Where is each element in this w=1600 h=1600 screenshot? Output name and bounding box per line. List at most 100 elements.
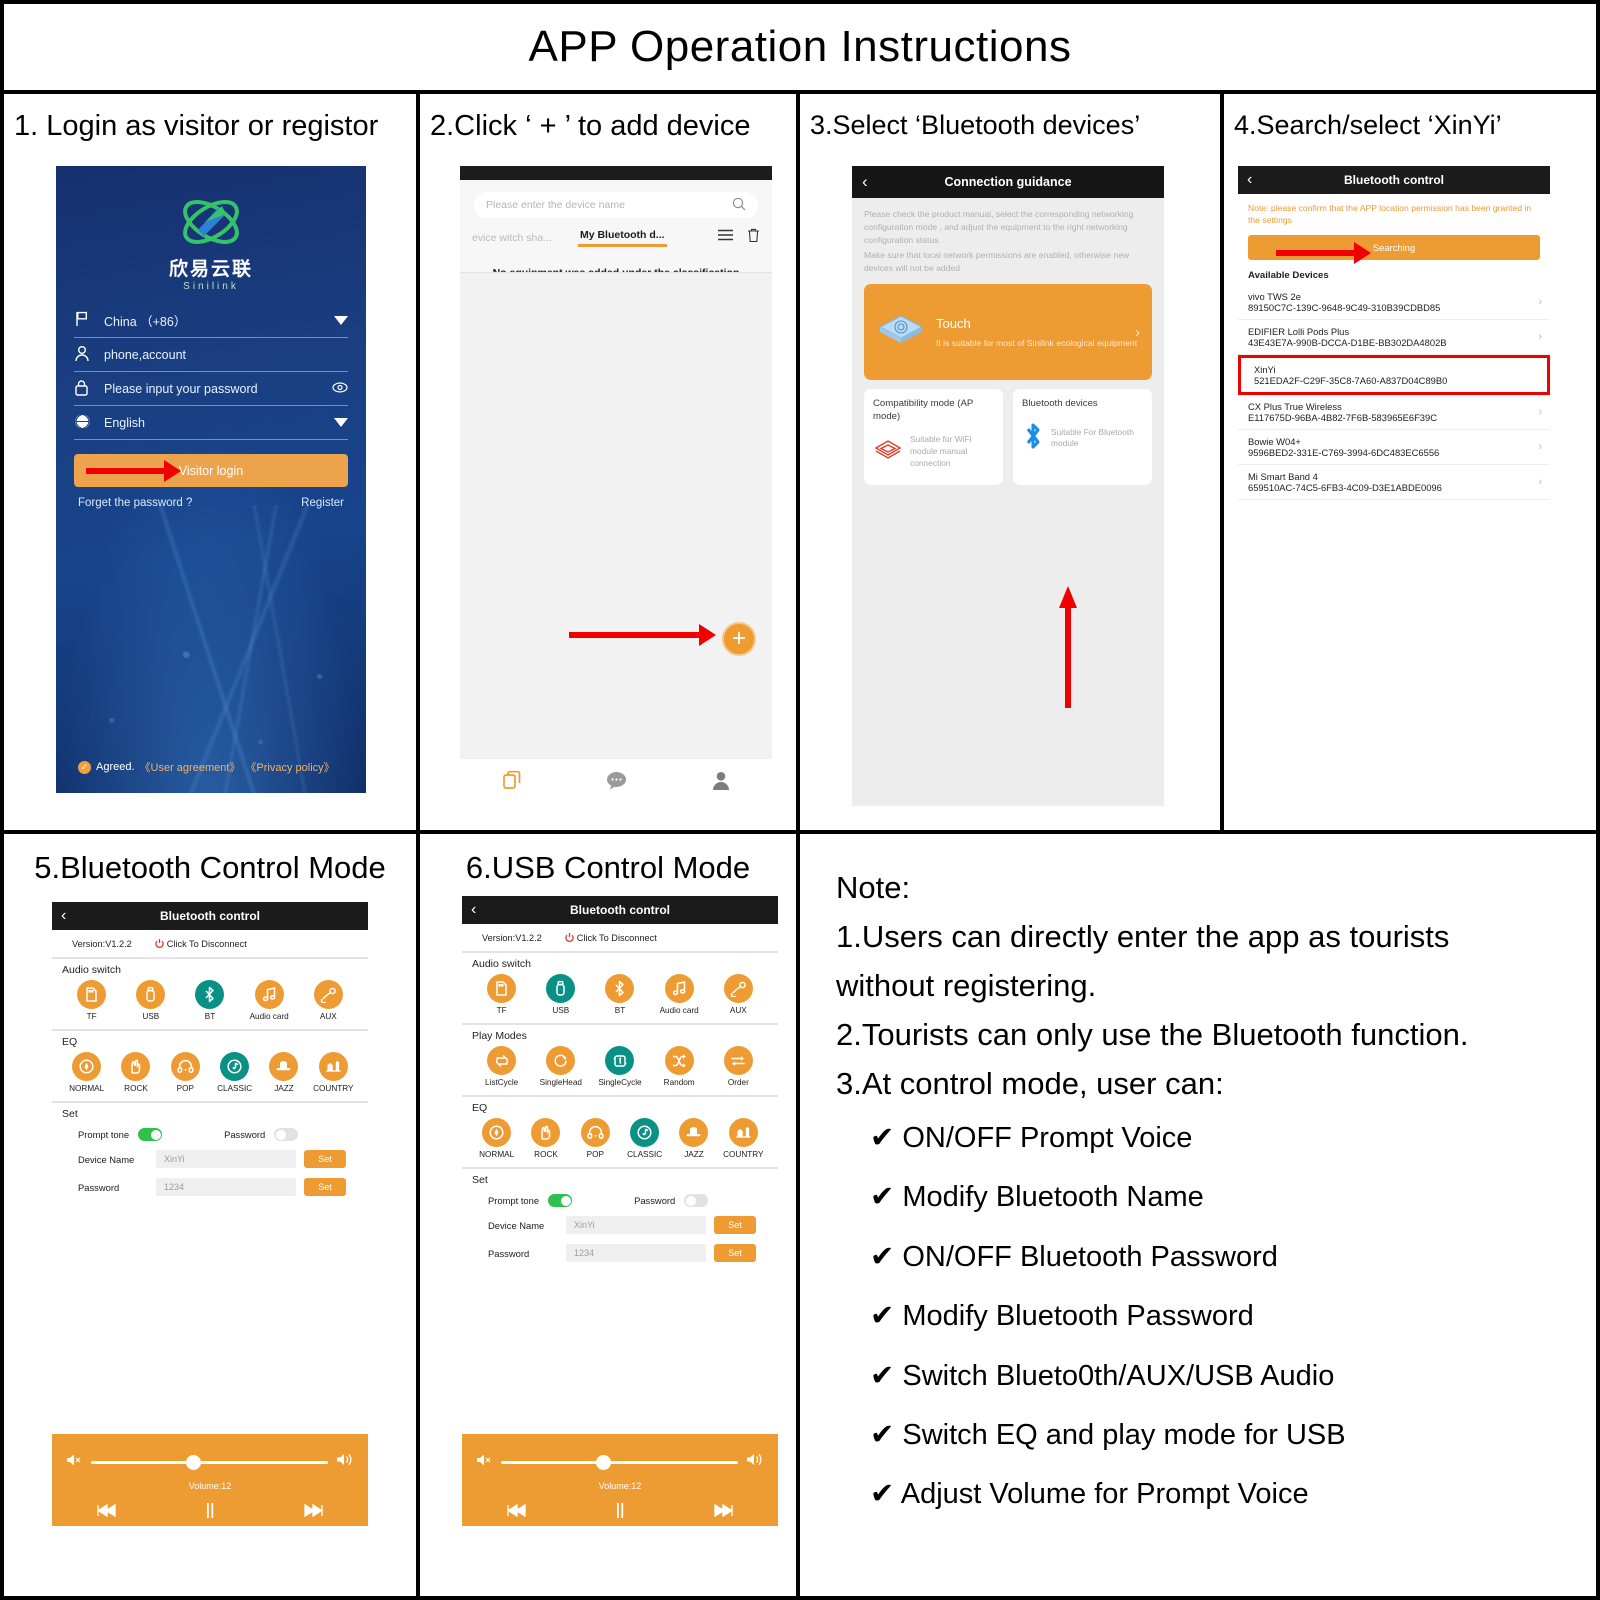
note-bullet: ✔ Switch Blueto0th/AUX/USB Audio: [870, 1359, 1335, 1392]
option-pop[interactable]: POP: [571, 1118, 620, 1159]
option-classic[interactable]: CLASSIC: [210, 1052, 259, 1093]
option-singlehead[interactable]: SingleHead: [535, 1046, 587, 1087]
option-usb[interactable]: USB: [125, 980, 177, 1021]
volume-track[interactable]: [91, 1454, 328, 1470]
tab-my-bluetooth-devices[interactable]: My Bluetooth d...: [577, 229, 667, 247]
password-toggle[interactable]: [274, 1128, 299, 1141]
device-row[interactable]: Mi Smart Band 4 659510AC-74C5-6FB3-4C09-D…: [1238, 465, 1550, 500]
back-icon[interactable]: ‹: [61, 907, 66, 925]
visitor-login-button[interactable]: Visitor login: [74, 454, 348, 487]
device-name-input[interactable]: XinYi: [156, 1150, 296, 1168]
searching-button[interactable]: Searching: [1248, 234, 1540, 264]
previous-track-button[interactable]: [96, 1503, 116, 1521]
device-name-set-button[interactable]: Set: [714, 1216, 756, 1234]
pointer-arrow-icon: [1276, 241, 1371, 264]
next-track-button[interactable]: [304, 1503, 324, 1521]
device-row[interactable]: vivo TWS 2e 89150C7C-139C-9648-9C49-310B3…: [1238, 285, 1550, 320]
option-bt[interactable]: BT: [184, 980, 236, 1021]
option-country[interactable]: COUNTRY: [719, 1118, 768, 1159]
option-audio-card[interactable]: Audio card: [243, 980, 295, 1021]
device-row[interactable]: CX Plus True Wireless E117675D-96BA-4B82-…: [1238, 395, 1550, 430]
eye-icon[interactable]: [330, 380, 348, 398]
next-track-button[interactable]: [714, 1503, 734, 1521]
password-input[interactable]: 1234: [156, 1178, 296, 1196]
password-set-button[interactable]: Set: [304, 1178, 346, 1196]
option-label: Audio card: [659, 1006, 699, 1015]
back-icon[interactable]: ‹: [471, 901, 476, 919]
option-classic[interactable]: CLASSIC: [620, 1118, 669, 1159]
option-bt[interactable]: BT: [594, 974, 646, 1015]
option-jazz[interactable]: JAZZ: [669, 1118, 718, 1159]
search-input[interactable]: Please enter the device name: [474, 192, 758, 218]
option-random[interactable]: Random: [653, 1046, 705, 1087]
option-order[interactable]: Order: [712, 1046, 764, 1087]
profile-icon[interactable]: [712, 771, 730, 795]
volume-track[interactable]: [501, 1454, 738, 1470]
add-device-button[interactable]: +: [722, 622, 756, 656]
back-icon[interactable]: ‹: [862, 172, 868, 192]
volume-knob[interactable]: [185, 1454, 201, 1470]
check-circle-icon[interactable]: ✓: [78, 760, 91, 774]
trash-icon[interactable]: [747, 228, 760, 247]
ap-mode-card[interactable]: Compatibility mode (AP mode) Suitable fo…: [864, 389, 1003, 486]
register-link[interactable]: Register: [301, 497, 344, 509]
option-normal[interactable]: NORMAL: [62, 1052, 111, 1093]
device-row[interactable]: EDIFIER Lolli Pods Plus 43E43E7A-990B-DCC…: [1238, 320, 1550, 355]
option-listcycle[interactable]: ListCycle: [476, 1046, 528, 1087]
mute-icon[interactable]: [66, 1453, 83, 1472]
device-name-input[interactable]: XinYi: [566, 1216, 706, 1234]
option-rock[interactable]: ROCK: [111, 1052, 160, 1093]
device-row[interactable]: XinYi 521EDA2F-C29F-35C8-7A60-A837D04C89B…: [1238, 354, 1550, 395]
option-tf[interactable]: TF: [476, 974, 528, 1015]
devices-icon[interactable]: [502, 770, 522, 795]
back-icon[interactable]: ‹: [1247, 171, 1252, 189]
option-rock[interactable]: ROCK: [521, 1118, 570, 1159]
volume-up-icon[interactable]: [746, 1452, 764, 1472]
bluetooth-devices-card[interactable]: Bluetooth devices Suitable For Bluetooth…: [1013, 389, 1152, 486]
option-singlecycle[interactable]: SingleCycle: [594, 1046, 646, 1087]
option-audio-card[interactable]: Audio card: [653, 974, 705, 1015]
mute-icon[interactable]: [476, 1453, 493, 1472]
device-row[interactable]: Bowie W04+ 9596BED2-331E-C769-3994-6DC483…: [1238, 430, 1550, 465]
country-select[interactable]: China （+86）: [74, 304, 348, 338]
option-aux[interactable]: AUX: [302, 980, 354, 1021]
search-icon[interactable]: [732, 197, 746, 214]
aux-cable-icon: [313, 980, 343, 1009]
device-name-set-button[interactable]: Set: [304, 1150, 346, 1168]
prompt-tone-label: Prompt tone: [78, 1129, 130, 1140]
password-input[interactable]: 1234: [566, 1244, 706, 1262]
ap-mode-title: Compatibility mode (AP mode): [873, 398, 974, 423]
touch-mode-card[interactable]: Touch It is suitable for most of Sinilin…: [864, 284, 1152, 381]
volume-knob[interactable]: [595, 1454, 611, 1470]
option-usb[interactable]: USB: [535, 974, 587, 1015]
password-input[interactable]: Please input your password: [74, 372, 348, 406]
password-toggle[interactable]: [684, 1194, 709, 1207]
privacy-policy-link[interactable]: 《Privacy policy》: [245, 759, 334, 775]
language-select[interactable]: English: [74, 406, 348, 440]
prompt-tone-toggle[interactable]: [138, 1128, 163, 1141]
category-tabs: evice witch sha... My Bluetooth d...: [460, 218, 772, 247]
option-pop[interactable]: POP: [161, 1052, 210, 1093]
disconnect-button[interactable]: Click To Disconnect: [564, 932, 657, 943]
play-pause-button[interactable]: [613, 1502, 627, 1523]
option-normal[interactable]: NORMAL: [472, 1118, 521, 1159]
tab-shared-devices[interactable]: evice witch sha...: [472, 232, 552, 244]
previous-track-button[interactable]: [506, 1503, 526, 1521]
usb-stick-icon: [136, 980, 166, 1009]
disconnect-button[interactable]: Click To Disconnect: [154, 938, 247, 949]
play-pause-button[interactable]: [203, 1502, 217, 1523]
option-aux[interactable]: AUX: [712, 974, 764, 1015]
user-agreement-link[interactable]: 《User agreement》: [140, 759, 241, 775]
forget-password-link[interactable]: Forget the password ?: [78, 497, 192, 509]
message-icon[interactable]: [606, 771, 627, 795]
panel-2-caption: 2.Click ‘ + ’ to add device: [430, 110, 751, 142]
option-tf[interactable]: TF: [66, 980, 118, 1021]
account-input[interactable]: phone,account: [74, 338, 348, 372]
option-country[interactable]: COUNTRY: [309, 1052, 358, 1093]
option-label: COUNTRY: [313, 1084, 354, 1093]
prompt-tone-toggle[interactable]: [548, 1194, 573, 1207]
list-menu-icon[interactable]: [718, 228, 733, 247]
option-jazz[interactable]: JAZZ: [259, 1052, 308, 1093]
volume-up-icon[interactable]: [336, 1452, 354, 1472]
password-set-button[interactable]: Set: [714, 1244, 756, 1262]
